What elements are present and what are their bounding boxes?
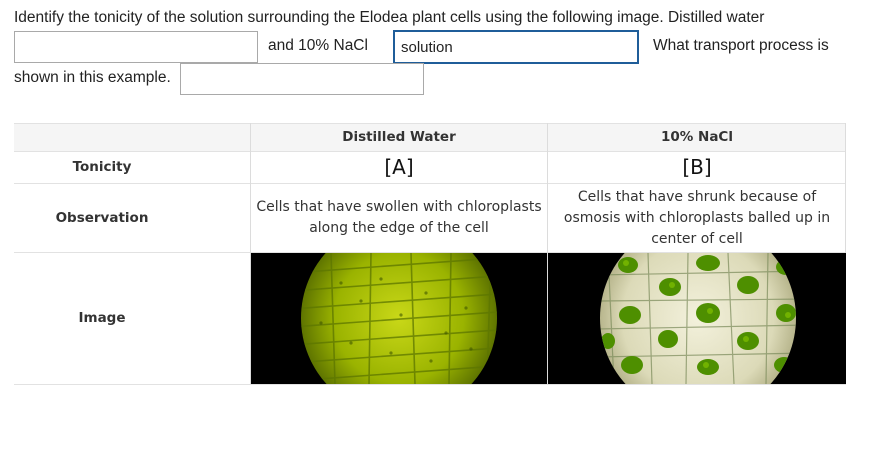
column-header-nacl: 10% NaCl [661, 129, 733, 145]
column-divider [547, 123, 548, 384]
tonicity-placeholder-a: [A] [384, 155, 414, 179]
answer-field-transport-process[interactable] [180, 63, 424, 95]
column-divider [845, 123, 846, 253]
micrograph-swollen-cells [251, 253, 547, 384]
table-bottom-border [14, 384, 846, 385]
row-label-tonicity: Tonicity [72, 159, 132, 175]
observation-nacl: Cells that have shrunk because of osmosi… [563, 188, 831, 247]
observation-distilled-water: Cells that have swollen with chloroplast… [256, 199, 542, 236]
elodea-nacl-micrograph [548, 253, 846, 384]
column-header-empty [14, 123, 250, 152]
answer-field-nacl[interactable] [393, 30, 639, 64]
question-text-line1: Identify the tonicity of the solution su… [14, 9, 765, 26]
question-text-mid: and 10% NaCl [268, 37, 368, 54]
column-header-distilled-water: Distilled Water [342, 129, 456, 145]
tonicity-placeholder-b: [B] [682, 155, 712, 179]
row-label-image: Image [78, 310, 126, 326]
column-divider [250, 123, 251, 384]
row-label-observation: Observation [55, 209, 149, 226]
micrograph-shrunk-cells [548, 253, 846, 384]
elodea-distilled-water-micrograph [251, 253, 547, 384]
question-text-after: What transport process is [653, 37, 829, 54]
answer-field-distilled-water[interactable] [14, 31, 258, 63]
question-text-line3: shown in this example. [14, 69, 171, 86]
